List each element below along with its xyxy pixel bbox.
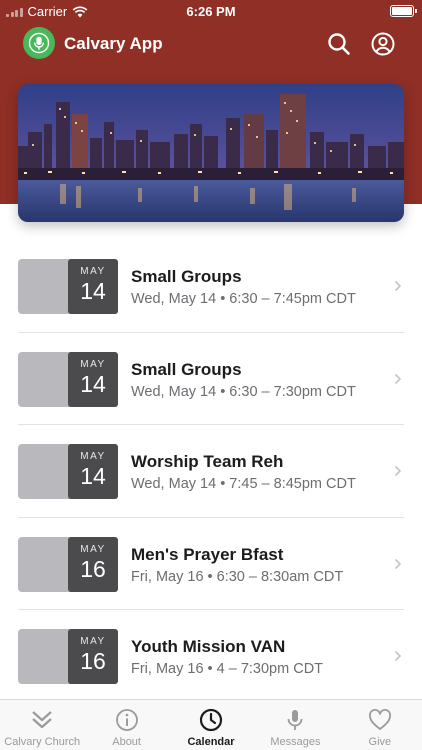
event-title: Youth Mission VAN xyxy=(131,637,286,656)
event-month: MAY xyxy=(80,266,106,277)
event-title: Worship Team Reh xyxy=(131,452,284,471)
chevron-right-icon xyxy=(394,465,402,477)
event-list: MAY 14 Small Groups Wed, May 14 • 6:30 –… xyxy=(0,240,422,703)
tab-messages[interactable]: Messages xyxy=(253,700,337,750)
event-month: MAY xyxy=(80,451,106,462)
city-skyline-image xyxy=(18,84,404,222)
event-month: MAY xyxy=(80,543,106,555)
date-badge: MAY 14 xyxy=(18,444,118,499)
tab-about[interactable]: About xyxy=(84,700,168,750)
event-time: Wed, May 14 • 7:45 – 8:45pm CDT xyxy=(131,476,356,492)
tab-label: Calendar xyxy=(187,736,235,748)
event-day: 16 xyxy=(80,555,106,582)
date-box: MAY 14 xyxy=(68,444,118,499)
info-icon xyxy=(115,709,138,731)
tab-bar: Calvary Church About Calendar Messages G… xyxy=(0,699,422,750)
battery-icon xyxy=(390,5,417,17)
event-title: Small Groups xyxy=(131,359,242,379)
date-box: MAY 14 xyxy=(68,259,118,314)
event-day: 14 xyxy=(80,463,106,489)
clock-icon xyxy=(199,708,223,732)
chevron-right-icon xyxy=(394,558,402,569)
search-icon xyxy=(328,33,350,55)
event-month: MAY xyxy=(80,358,106,370)
event-title: Small Groups xyxy=(131,267,242,286)
microphone-icon xyxy=(288,710,303,730)
event-row[interactable]: MAY 16 Youth Mission VAN Fri, May 16 • 4… xyxy=(0,610,422,703)
tab-label: Calvary Church xyxy=(4,736,81,748)
chevron-right-icon xyxy=(394,373,402,384)
event-row[interactable]: MAY 16 Men's Prayer Bfast Fri, May 16 • … xyxy=(0,518,422,610)
status-time: 6:26 PM xyxy=(186,4,236,19)
date-box: MAY 16 xyxy=(68,536,118,592)
event-row[interactable]: MAY 14 Small Groups Wed, May 14 • 6:30 –… xyxy=(0,333,422,425)
date-badge: MAY 14 xyxy=(18,351,118,407)
event-time: Fri, May 16 • 6:30 – 8:30am CDT xyxy=(131,568,344,585)
event-day: 14 xyxy=(80,278,106,304)
event-day: 16 xyxy=(80,648,106,674)
event-time: Wed, May 14 • 6:30 – 7:45pm CDT xyxy=(131,291,356,307)
tab-calvary-church[interactable]: Calvary Church xyxy=(0,700,84,750)
heart-icon xyxy=(368,709,391,730)
double-chevron-down-icon xyxy=(32,711,52,729)
chevron-right-icon xyxy=(394,280,402,292)
account-icon xyxy=(371,32,395,56)
date-badge: MAY 16 xyxy=(18,629,118,684)
tab-calendar[interactable]: Calendar xyxy=(169,700,253,750)
microphone-logo-icon xyxy=(28,32,50,54)
date-box: MAY 16 xyxy=(68,629,118,684)
tab-give[interactable]: Give xyxy=(338,700,422,750)
chevron-right-icon xyxy=(394,650,402,662)
date-badge: MAY 14 xyxy=(18,259,118,314)
app-title: Calvary App xyxy=(64,34,163,53)
event-time: Wed, May 14 • 6:30 – 7:30pm CDT xyxy=(131,383,356,400)
event-title: Men's Prayer Bfast xyxy=(131,544,284,564)
event-row[interactable]: MAY 14 Worship Team Reh Wed, May 14 • 7:… xyxy=(0,425,422,518)
status-bar: Carrier 6:26 PM xyxy=(0,0,422,22)
event-day: 14 xyxy=(80,370,106,397)
banner-image[interactable] xyxy=(18,84,404,222)
date-badge: MAY 16 xyxy=(18,536,118,592)
event-row[interactable]: MAY 14 Small Groups Wed, May 14 • 6:30 –… xyxy=(0,240,422,333)
event-time: Fri, May 16 • 4 – 7:30pm CDT xyxy=(131,661,324,677)
account-button[interactable] xyxy=(370,31,396,57)
tab-label: About xyxy=(112,736,141,748)
search-button[interactable] xyxy=(326,31,352,57)
app-logo[interactable] xyxy=(23,27,55,59)
app-bar: Calvary App xyxy=(0,22,422,66)
date-box: MAY 14 xyxy=(68,351,118,407)
tab-label: Give xyxy=(368,736,392,748)
tab-label: Messages xyxy=(270,736,321,748)
event-month: MAY xyxy=(80,636,106,647)
